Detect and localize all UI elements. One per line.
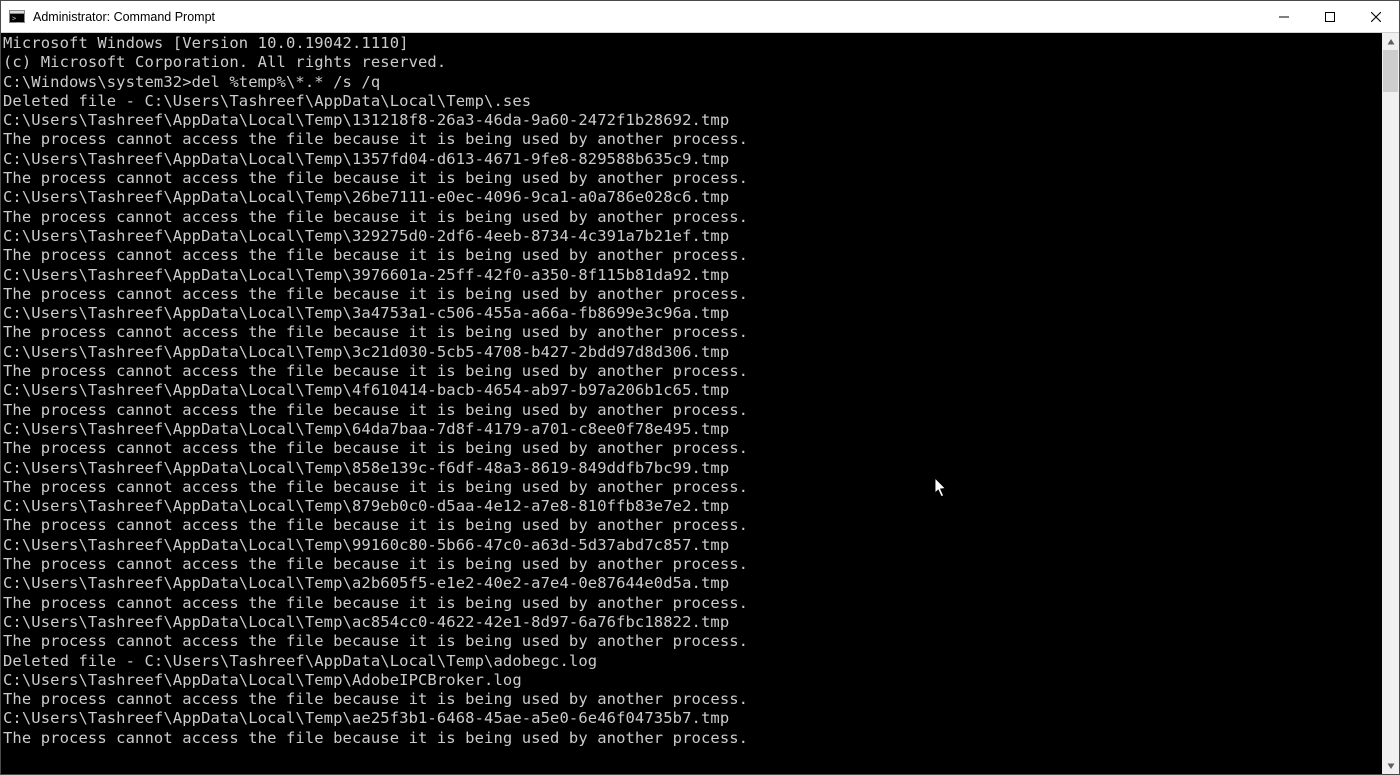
console-error-line: The process cannot access the file becau… — [3, 285, 1382, 304]
console-error-line: The process cannot access the file becau… — [3, 594, 1382, 613]
console-error-line: The process cannot access the file becau… — [3, 246, 1382, 265]
console-file-line: C:\Users\Tashreef\AppData\Local\Temp\Ado… — [3, 671, 1382, 690]
console-error-line: The process cannot access the file becau… — [3, 130, 1382, 149]
scrollbar-thumb[interactable] — [1383, 50, 1398, 92]
console-file-line: C:\Users\Tashreef\AppData\Local\Temp\329… — [3, 227, 1382, 246]
window-title: Administrator: Command Prompt — [33, 10, 215, 24]
console-error-line: The process cannot access the file becau… — [3, 729, 1382, 748]
console-error-line: The process cannot access the file becau… — [3, 362, 1382, 381]
console-file-line: C:\Users\Tashreef\AppData\Local\Temp\879… — [3, 497, 1382, 516]
console-file-line: C:\Users\Tashreef\AppData\Local\Temp\397… — [3, 266, 1382, 285]
console-file-line: C:\Users\Tashreef\AppData\Local\Temp\64d… — [3, 420, 1382, 439]
console-header-line: (c) Microsoft Corporation. All rights re… — [3, 53, 1382, 72]
console-error-line: The process cannot access the file becau… — [3, 516, 1382, 535]
scrollbar-track[interactable] — [1382, 50, 1399, 757]
console-error-line: The process cannot access the file becau… — [3, 169, 1382, 188]
console-output[interactable]: Microsoft Windows [Version 10.0.19042.11… — [1, 33, 1382, 774]
console-file-line: C:\Users\Tashreef\AppData\Local\Temp\4f6… — [3, 381, 1382, 400]
cmd-icon: >_ — [9, 9, 25, 25]
console-file-line: C:\Users\Tashreef\AppData\Local\Temp\ac8… — [3, 613, 1382, 632]
console-file-line: C:\Users\Tashreef\AppData\Local\Temp\858… — [3, 459, 1382, 478]
close-button[interactable] — [1353, 1, 1399, 33]
scroll-up-arrow-icon[interactable] — [1382, 33, 1399, 50]
console-error-line: The process cannot access the file becau… — [3, 632, 1382, 651]
console-file-line: C:\Users\Tashreef\AppData\Local\Temp\a2b… — [3, 574, 1382, 593]
console-error-line: The process cannot access the file becau… — [3, 478, 1382, 497]
svg-text:>_: >_ — [12, 14, 21, 22]
command-prompt-window: >_ Administrator: Command Prompt Microso… — [0, 0, 1400, 775]
console-file-line: C:\Users\Tashreef\AppData\Local\Temp\3c2… — [3, 343, 1382, 362]
console-error-line: The process cannot access the file becau… — [3, 555, 1382, 574]
minimize-button[interactable] — [1261, 1, 1307, 33]
titlebar[interactable]: >_ Administrator: Command Prompt — [1, 1, 1399, 33]
console-file-line: C:\Users\Tashreef\AppData\Local\Temp\135… — [3, 150, 1382, 169]
console-header-line: Microsoft Windows [Version 10.0.19042.11… — [3, 34, 1382, 53]
console-file-line: C:\Users\Tashreef\AppData\Local\Temp\3a4… — [3, 304, 1382, 323]
console-error-line: The process cannot access the file becau… — [3, 439, 1382, 458]
console-error-line: The process cannot access the file becau… — [3, 323, 1382, 342]
console-file-line: C:\Users\Tashreef\AppData\Local\Temp\ae2… — [3, 709, 1382, 728]
scroll-down-arrow-icon[interactable] — [1382, 757, 1399, 774]
maximize-button[interactable] — [1307, 1, 1353, 33]
console-deleted-line: Deleted file - C:\Users\Tashreef\AppData… — [3, 92, 1382, 111]
console-file-line: C:\Users\Tashreef\AppData\Local\Temp\991… — [3, 536, 1382, 555]
console-file-line: C:\Users\Tashreef\AppData\Local\Temp\26b… — [3, 188, 1382, 207]
console-error-line: The process cannot access the file becau… — [3, 208, 1382, 227]
console-file-line: C:\Users\Tashreef\AppData\Local\Temp\131… — [3, 111, 1382, 130]
console-error-line: The process cannot access the file becau… — [3, 690, 1382, 709]
client-area: Microsoft Windows [Version 10.0.19042.11… — [1, 33, 1399, 774]
vertical-scrollbar[interactable] — [1382, 33, 1399, 774]
console-error-line: The process cannot access the file becau… — [3, 401, 1382, 420]
console-command-line: C:\Windows\system32>del %temp%\*.* /s /q — [3, 73, 1382, 92]
console-deleted-line: Deleted file - C:\Users\Tashreef\AppData… — [3, 652, 1382, 671]
